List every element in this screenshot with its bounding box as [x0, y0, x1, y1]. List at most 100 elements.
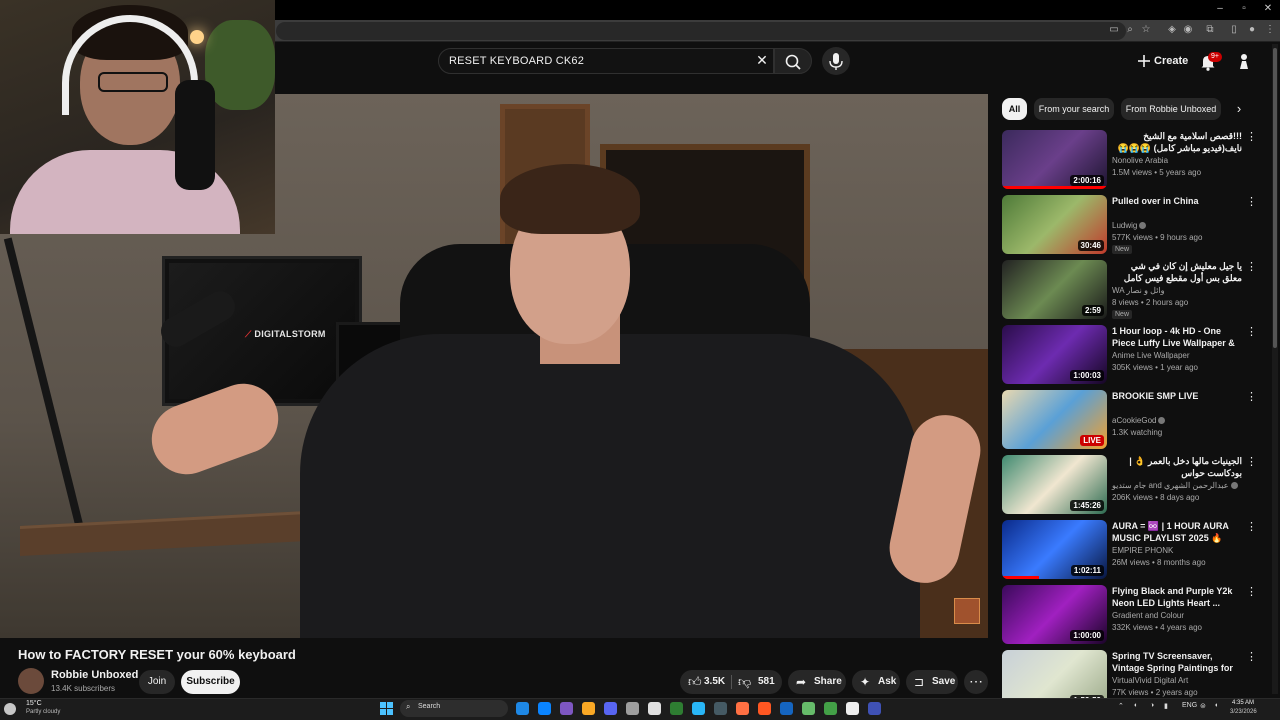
kebab-menu-icon[interactable]: ⋮	[1246, 132, 1257, 143]
taskbar-app-icon[interactable]	[582, 702, 595, 715]
recommendation-channel[interactable]: EMPIRE PHONK	[1112, 546, 1173, 555]
taskbar-search[interactable]: ⌕ Search	[400, 700, 508, 717]
taskbar-app-icon[interactable]	[846, 702, 859, 715]
channel-name[interactable]: Robbie Unboxed	[51, 669, 138, 681]
join-button[interactable]: Join	[139, 670, 175, 694]
account-avatar-icon[interactable]	[1236, 52, 1252, 70]
extension-icon[interactable]: ◈	[1166, 24, 1178, 36]
recommendation-channel[interactable]: Gradient and Colour	[1112, 611, 1184, 620]
recommendation-channel[interactable]: aCookieGod	[1112, 416, 1166, 425]
kebab-menu-icon[interactable]: ⋮	[1246, 327, 1257, 338]
recommendation-item[interactable]: 2:00:16 !!!قصص اسلامية مع الشيخ نايف(فيدي…	[1002, 130, 1260, 192]
recommendation-title[interactable]: AURA = ♾️ | 1 HOUR AURA MUSIC PLAYLIST 2…	[1112, 520, 1242, 544]
taskbar-app-icon[interactable]	[692, 702, 705, 715]
weather-cloud-icon[interactable]	[4, 703, 16, 715]
recommendation-title[interactable]: الجينيات مالها دخل بالعمر 👌 | بودكاست حو…	[1112, 455, 1242, 479]
tray-icon[interactable]: ◑	[1150, 702, 1154, 709]
taskbar-app-icon[interactable]	[758, 702, 771, 715]
subscribe-button[interactable]: Subscribe	[181, 670, 240, 694]
chip-from-your-search[interactable]: From your search	[1034, 98, 1114, 120]
recommendation-title[interactable]: يا جيل معليش إن كان في شي معلق بس أول مق…	[1112, 260, 1242, 284]
thumbs-down-icon[interactable]: 👎︎	[738, 670, 751, 694]
taskbar-app-icon[interactable]	[604, 702, 617, 715]
zoom-icon[interactable]: ⌕	[1124, 24, 1136, 36]
recommendation-item[interactable]: 1:45:26 الجينيات مالها دخل بالعمر 👌 | بود…	[1002, 455, 1260, 517]
channel-avatar[interactable]	[18, 668, 44, 694]
clock-date[interactable]: 3/23/2026	[1230, 709, 1257, 715]
video-thumbnail[interactable]: 1:00:00	[1002, 585, 1107, 644]
recommendation-channel[interactable]: WA وائل و نصار	[1112, 286, 1165, 295]
taskbar-app-icon[interactable]	[626, 702, 639, 715]
close-window-icon[interactable]: ✕	[1256, 3, 1280, 14]
video-thumbnail[interactable]: 1:45:26	[1002, 455, 1107, 514]
cast-icon[interactable]: ▭	[1108, 24, 1120, 36]
recommendation-channel[interactable]: Ludwig	[1112, 221, 1147, 230]
recommendation-item[interactable]: 1:00:00 Flying Black and Purple Y2k Neon …	[1002, 585, 1260, 647]
taskbar-app-icon[interactable]	[560, 702, 573, 715]
kebab-menu-icon[interactable]: ⋮	[1246, 522, 1257, 533]
recommendation-channel[interactable]: جام ستديو and عبدالرحمن الشهري	[1112, 481, 1238, 490]
network-icon[interactable]: ⊜	[1200, 702, 1206, 710]
address-bar[interactable]	[276, 22, 1126, 40]
recommendation-item[interactable]: 1:00:03 1 Hour loop - 4k HD - One Piece L…	[1002, 325, 1260, 387]
video-thumbnail[interactable]: 30:46	[1002, 195, 1107, 254]
search-input[interactable]: RESET KEYBOARD CK62	[438, 48, 774, 74]
taskbar-app-icon[interactable]	[714, 702, 727, 715]
create-button[interactable]: Create	[1130, 49, 1192, 73]
extension-icon[interactable]: ◉	[1182, 24, 1194, 36]
recommendation-title[interactable]: Pulled over in China	[1112, 195, 1242, 207]
video-thumbnail[interactable]: LIVE	[1002, 390, 1107, 449]
extensions-puzzle-icon[interactable]: ⧉	[1204, 24, 1216, 36]
taskbar-app-icon[interactable]	[824, 702, 837, 715]
tray-chevron-icon[interactable]: ⌃	[1118, 702, 1124, 710]
language-indicator[interactable]: ENG	[1182, 702, 1197, 709]
ask-button[interactable]: ✦ Ask	[852, 670, 900, 694]
video-thumbnail[interactable]: 2:59	[1002, 260, 1107, 319]
kebab-menu-icon[interactable]: ⋮	[1246, 392, 1257, 403]
menu-icon[interactable]: ⋮	[1264, 24, 1276, 36]
recommendation-item[interactable]: 1:02:11 AURA = ♾️ | 1 HOUR AURA MUSIC PLA…	[1002, 520, 1260, 582]
taskbar-app-icon[interactable]	[670, 702, 683, 715]
recommendation-channel[interactable]: VirtualVivid Digital Art	[1112, 676, 1188, 685]
recommendation-title[interactable]: Spring TV Screensaver, Vintage Spring Pa…	[1112, 650, 1242, 674]
recommendation-item[interactable]: LIVE BROOKIE SMP LIVE aCookieGod 1.3K watch…	[1002, 390, 1260, 452]
minimize-icon[interactable]: –	[1208, 3, 1232, 14]
taskbar-app-icon[interactable]	[802, 702, 815, 715]
recommendation-title[interactable]: BROOKIE SMP LIVE	[1112, 390, 1242, 402]
taskbar-app-icon[interactable]	[538, 702, 551, 715]
clock-time[interactable]: 4:35 AM	[1232, 700, 1254, 706]
recommendation-title[interactable]: !!!قصص اسلامية مع الشيخ نايف(فيديو مباشر…	[1112, 130, 1242, 154]
thumbs-up-icon[interactable]: 👍︎	[688, 670, 702, 694]
chip-from-channel[interactable]: From Robbie Unboxed	[1121, 98, 1221, 120]
tray-icon[interactable]: ▮	[1164, 702, 1168, 710]
search-button[interactable]	[774, 48, 812, 74]
profile-icon[interactable]: ●	[1246, 24, 1258, 36]
kebab-menu-icon[interactable]: ⋮	[1246, 262, 1257, 273]
video-thumbnail[interactable]: 2:00:16	[1002, 130, 1107, 189]
taskbar-app-icon[interactable]	[780, 702, 793, 715]
recommendation-title[interactable]: 1 Hour loop - 4k HD - One Piece Luffy Li…	[1112, 325, 1242, 349]
dislike-count[interactable]: 581	[758, 670, 775, 694]
more-actions-button[interactable]: ⋯	[964, 670, 988, 694]
recommendation-channel[interactable]: Anime Live Wallpaper	[1112, 351, 1190, 360]
kebab-menu-icon[interactable]: ⋮	[1246, 197, 1257, 208]
tray-icon[interactable]: ◐	[1134, 702, 1138, 709]
video-thumbnail[interactable]: 1:00:03	[1002, 325, 1107, 384]
volume-icon[interactable]: ◖	[1214, 702, 1218, 709]
recommendation-item[interactable]: 2:59 يا جيل معليش إن كان في شي معلق بس أو…	[1002, 260, 1260, 322]
like-count[interactable]: 3.5K	[704, 670, 725, 694]
clear-search-icon[interactable]: ✕	[754, 52, 770, 68]
recommendation-channel[interactable]: Nonolive Arabia	[1112, 156, 1168, 165]
sidebar-icon[interactable]: ▯	[1228, 24, 1240, 36]
taskbar-app-icon[interactable]	[868, 702, 881, 715]
windows-start-icon[interactable]	[380, 702, 393, 715]
kebab-menu-icon[interactable]: ⋮	[1246, 457, 1257, 468]
taskbar-app-icon[interactable]	[736, 702, 749, 715]
taskbar-app-icon[interactable]	[516, 702, 529, 715]
recommendation-title[interactable]: Flying Black and Purple Y2k Neon LED Lig…	[1112, 585, 1242, 609]
scrollbar-thumb[interactable]	[1273, 48, 1277, 348]
channel-watermark[interactable]	[954, 598, 980, 624]
chip-all[interactable]: All	[1002, 98, 1027, 120]
save-button[interactable]: ⊐ Save	[906, 670, 958, 694]
taskbar-app-icon[interactable]	[648, 702, 661, 715]
